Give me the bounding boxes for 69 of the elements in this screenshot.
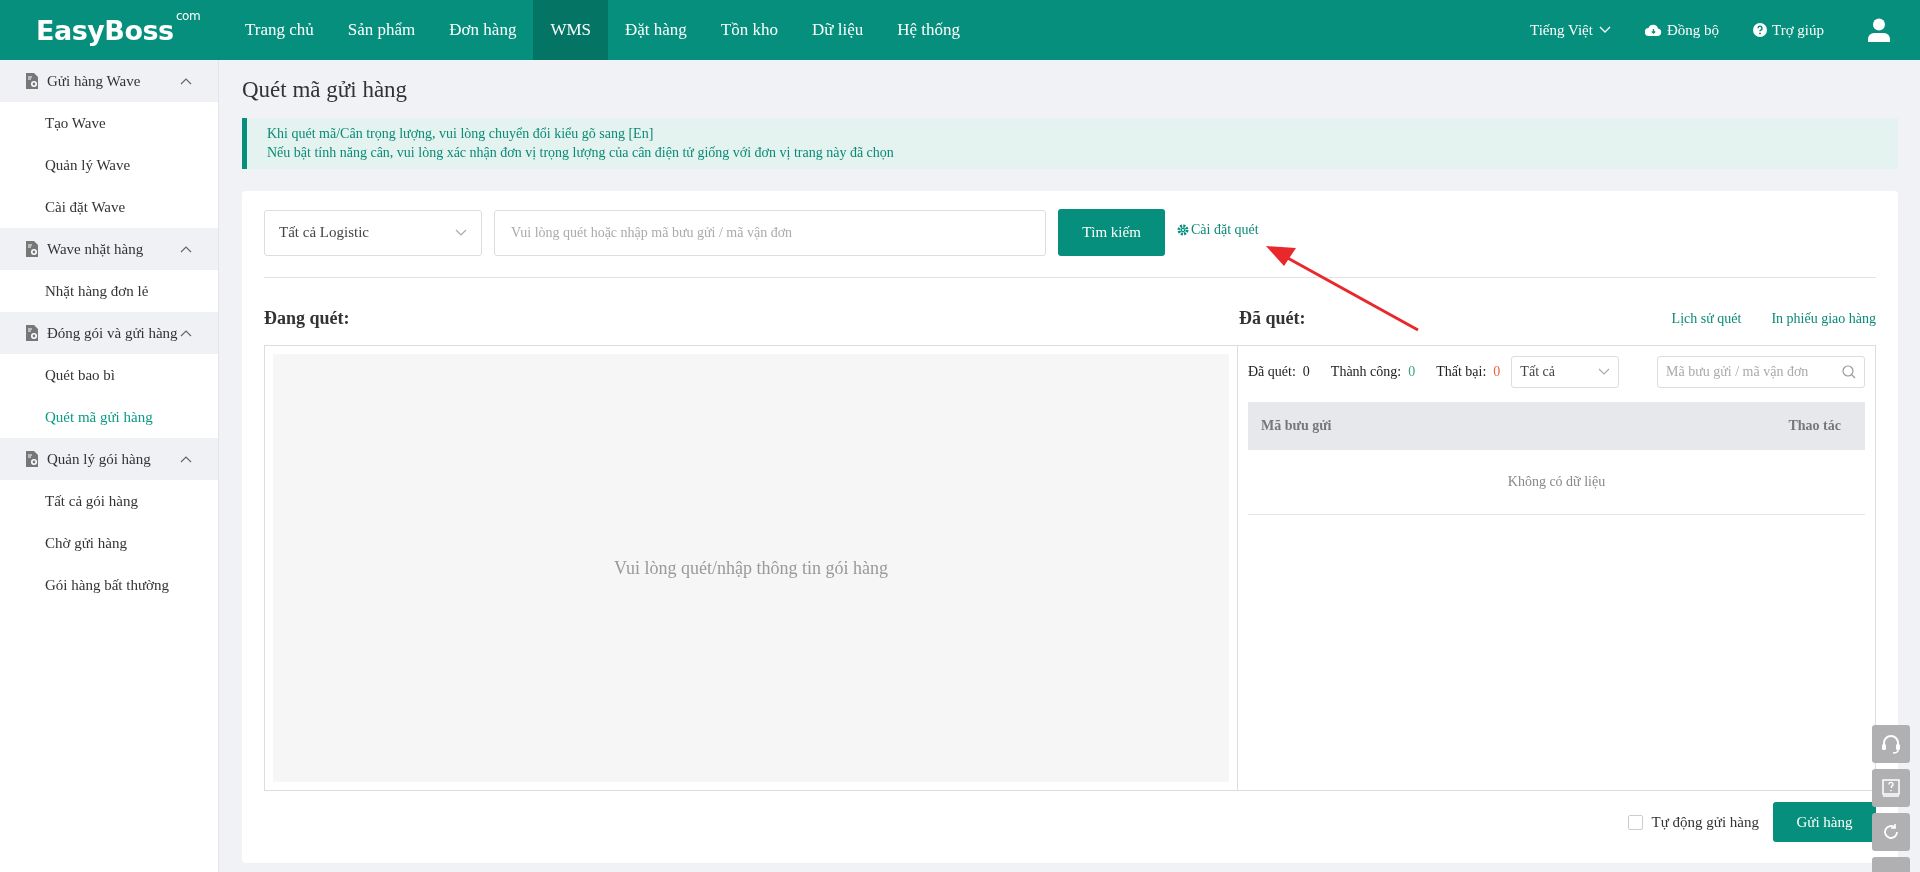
search-icon: [1842, 365, 1856, 379]
sidebar-group-label: Gửi hàng Wave: [47, 72, 142, 90]
sidebar-group[interactable]: Đóng gói và gửi hàng: [0, 312, 218, 354]
empty-table-message: Không có dữ liệu: [1248, 450, 1865, 515]
nav-tab[interactable]: Trang chủ: [228, 0, 331, 60]
auto-send-label: Tự động gửi hàng: [1651, 813, 1759, 831]
sidebar-group[interactable]: Quản lý gói hàng: [0, 438, 218, 480]
cloud-download-icon: [1644, 23, 1662, 37]
header-link[interactable]: Lịch sử quét: [1671, 310, 1742, 327]
column-header: Mã bưu gửi: [1261, 418, 1332, 434]
nav-tab[interactable]: Tồn kho: [703, 0, 795, 60]
sidebar-item[interactable]: Quản lý Wave: [0, 144, 218, 186]
nav-tab[interactable]: Dữ liệu: [795, 0, 881, 60]
scanning-heading: Đang quét:: [264, 308, 351, 329]
stat-value: 0: [1408, 364, 1416, 380]
page-title: Quét mã gửi hàng: [242, 77, 409, 103]
sidebar-group[interactable]: Wave nhặt hàng: [0, 228, 218, 270]
sidebar-item[interactable]: Gói hàng bất thường: [0, 564, 218, 606]
sidebar-group-label: Đóng gói và gửi hàng: [47, 324, 179, 342]
scan-settings-link[interactable]: Cài đặt quét: [1177, 221, 1259, 238]
chevron-down-icon: [1598, 368, 1611, 376]
sidebar-item[interactable]: Nhặt hàng đơn lẻ: [0, 270, 218, 312]
sidebar-item[interactable]: Chờ gửi hàng: [0, 522, 218, 564]
document-gear-icon: [25, 73, 39, 89]
sidebar-item[interactable]: Quét bao bì: [0, 354, 218, 396]
chevron-down-icon: [1598, 26, 1611, 34]
help-book-icon[interactable]: [1872, 769, 1910, 807]
help-link[interactable]: Trợ giúp: [1772, 21, 1824, 39]
stat-value: 0: [1302, 364, 1310, 380]
nav-tab[interactable]: WMS: [533, 0, 608, 60]
sidebar-item[interactable]: Cài đặt Wave: [0, 186, 218, 228]
send-button[interactable]: Gửi hàng: [1773, 802, 1876, 842]
stat-value: 0: [1493, 364, 1501, 380]
scan-input-field[interactable]: Vui lòng quét hoặc nhập mã bưu gửi / mã vận đơn: [494, 209, 1046, 256]
sidebar-group[interactable]: Gửi hàng Wave: [0, 60, 218, 102]
chevron-down-icon: [455, 228, 467, 237]
nav-tab[interactable]: Hệ thống: [880, 0, 978, 60]
sidebar-item[interactable]: Tất cả gói hàng: [0, 480, 218, 522]
nav-tab[interactable]: Đặt hàng: [608, 0, 704, 60]
sidebar-group-label: Wave nhặt hàng: [47, 240, 145, 258]
refresh-icon[interactable]: [1872, 813, 1910, 851]
help-icon: [1753, 23, 1767, 37]
nav-tab[interactable]: Đơn hàng: [432, 0, 534, 60]
scanned-heading: Đã quét:: [1239, 308, 1306, 329]
stat-label: Thất bại:: [1436, 364, 1487, 380]
sidebar-item[interactable]: Quét mã gửi hàng: [0, 396, 218, 438]
document-gear-icon: [25, 241, 39, 257]
notice-text: Khi quét mã/Cân trọng lượng, vui lòng chuyển đổi kiểu gõ sang [En]: [267, 125, 655, 143]
nav-tab[interactable]: Sản phẩm: [330, 0, 433, 60]
notice-text: Nếu bật tính năng cân, vui lòng xác nhận đơn vị trọng lượng của cân điện tử giống với đơn vị trang này đã chọn: [267, 144, 895, 162]
sync-link[interactable]: Đồng bộ: [1666, 21, 1719, 39]
sidebar-group-label: Quản lý gói hàng: [47, 450, 152, 468]
status-select[interactable]: Tất cả: [1511, 356, 1620, 388]
auto-send-checkbox[interactable]: [1627, 814, 1643, 830]
stat-label: Thành công:: [1330, 364, 1402, 380]
headset-icon[interactable]: [1872, 725, 1910, 763]
column-header: Thao tác: [1788, 418, 1841, 434]
search-field[interactable]: Mã bưu gửi / mã vận đơn: [1657, 356, 1865, 388]
logistics-select[interactable]: Tất cả Logistic: [264, 209, 482, 256]
document-gear-icon: [25, 325, 39, 341]
document-gear-icon: [25, 451, 39, 467]
header-link[interactable]: In phiếu giao hàng: [1771, 310, 1876, 327]
sidebar-item[interactable]: Tạo Wave: [0, 102, 218, 144]
empty-message: Vui lòng quét/nhập thông tin gói hàng: [614, 557, 888, 579]
user-avatar-icon[interactable]: [1868, 18, 1890, 42]
gear-icon: [1177, 223, 1189, 236]
search-button[interactable]: Tìm kiếm: [1058, 209, 1165, 256]
language-dropdown[interactable]: Tiếng Việt: [1530, 21, 1611, 39]
stat-label: Đã quét:: [1248, 364, 1296, 380]
